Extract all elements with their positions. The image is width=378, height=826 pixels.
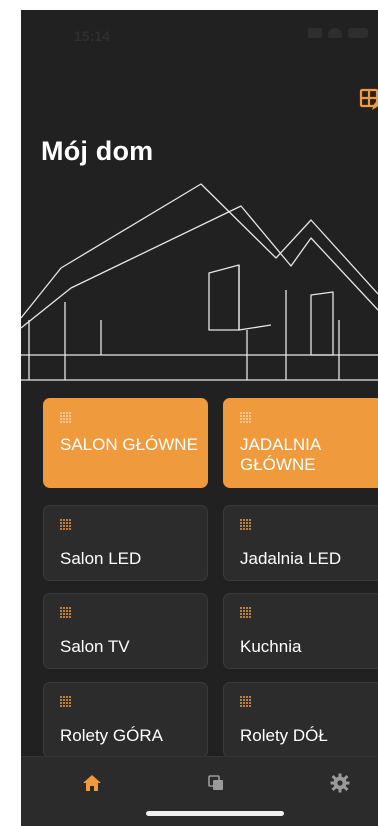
tile-rolety-dol[interactable]: Rolety DÓŁ [223, 682, 378, 758]
tile-label: Kuchnia [240, 637, 302, 656]
grid-edit-icon[interactable] [359, 88, 378, 112]
tile-salon-led[interactable]: Salon LED [43, 505, 208, 581]
light-dots-icon [60, 412, 71, 423]
battery-icon [348, 28, 368, 38]
pages-icon[interactable] [206, 773, 226, 793]
light-dots-icon [60, 696, 71, 707]
tile-label: Salon TV [60, 637, 130, 656]
status-bar: 15:14 [21, 10, 378, 58]
light-dots-icon [60, 519, 71, 530]
app-screen: 15:14 Mój dom SALON GŁÓWNE JADALNIA GŁÓW… [21, 10, 378, 826]
tile-rolety-gora[interactable]: Rolety GÓRA [43, 682, 208, 758]
light-dots-icon [60, 607, 71, 618]
tile-salon-glowne[interactable]: SALON GŁÓWNE [43, 398, 208, 488]
tile-label: JADALNIA GŁÓWNE [240, 435, 321, 474]
tile-label: Salon LED [60, 549, 142, 568]
home-indicator [146, 811, 284, 816]
light-dots-icon [240, 519, 251, 530]
tile-label: SALON GŁÓWNE [60, 435, 198, 454]
wifi-icon [328, 28, 342, 38]
status-time: 15:14 [74, 28, 110, 44]
page-title: Mój dom [41, 136, 154, 166]
tile-label: Rolety GÓRA [60, 726, 163, 745]
house-illustration [21, 183, 378, 381]
tile-jadalnia-led[interactable]: Jadalnia LED [223, 505, 378, 581]
light-dots-icon [240, 412, 251, 423]
status-icons [308, 28, 368, 38]
tile-kuchnia[interactable]: Kuchnia [223, 593, 378, 669]
tile-label: Jadalnia LED [240, 549, 342, 568]
home-icon[interactable] [82, 773, 102, 793]
cellular-signal-icon [308, 28, 322, 38]
tile-salon-tv[interactable]: Salon TV [43, 593, 208, 669]
light-dots-icon [240, 696, 251, 707]
tile-jadalnia-glowne[interactable]: JADALNIA GŁÓWNE [223, 398, 378, 488]
phone-frame: 15:14 Mój dom SALON GŁÓWNE JADALNIA GŁÓW… [0, 0, 378, 826]
gear-icon[interactable] [330, 773, 350, 793]
tile-label: Rolety DÓŁ [240, 726, 328, 745]
light-dots-icon [240, 607, 251, 618]
